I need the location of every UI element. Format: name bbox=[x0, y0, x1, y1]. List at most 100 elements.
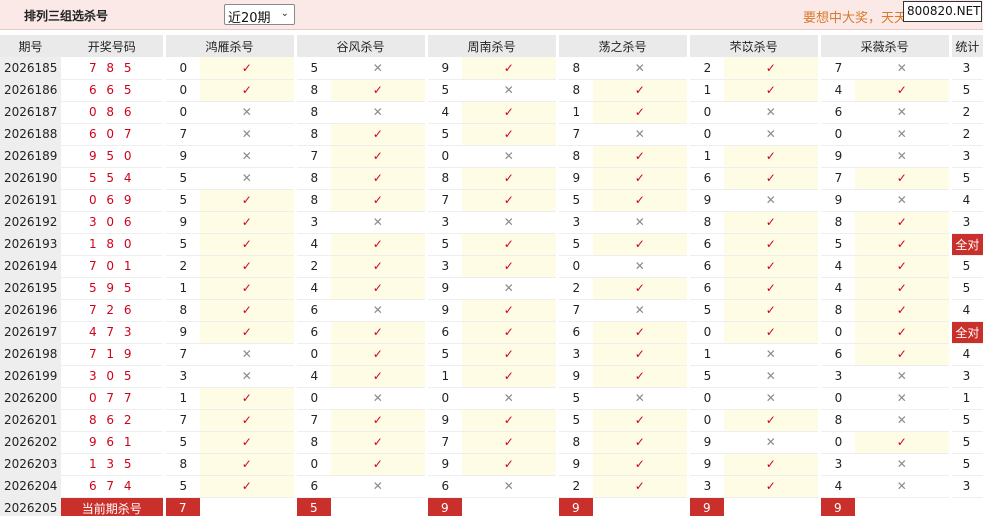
kill-number-cell: 7 bbox=[162, 343, 200, 366]
table-row: 2026203 1 3 5 8 ✓ 0 ✓ 9 ✓ 9 ✓ 9 ✓ 3 ✕ 5 bbox=[0, 453, 983, 476]
kill-number-cell: 0 bbox=[817, 123, 856, 146]
kill-number-cell: 4 bbox=[293, 277, 332, 300]
check-icon: ✓ bbox=[724, 145, 820, 168]
cross-icon: ✕ bbox=[200, 145, 296, 168]
kill-number-cell: 7 bbox=[555, 299, 594, 322]
check-icon: ✓ bbox=[855, 343, 951, 366]
stat-cell: 3 bbox=[948, 475, 983, 498]
empty-cell bbox=[948, 497, 983, 516]
kill-number-cell: 6 bbox=[817, 343, 856, 366]
page-title: 排列三组选杀号 bbox=[24, 9, 109, 23]
check-icon: ✓ bbox=[724, 299, 820, 322]
check-icon: ✓ bbox=[855, 299, 951, 322]
period-range-select[interactable]: 近20期 ⌄ bbox=[224, 4, 295, 26]
kill-number-cell: 8 bbox=[817, 211, 856, 234]
check-icon: ✓ bbox=[200, 57, 296, 80]
kill-number-cell: 7 bbox=[424, 189, 463, 212]
draw-number-cell: 7 8 5 bbox=[61, 57, 164, 80]
check-icon: ✓ bbox=[331, 431, 427, 454]
check-icon: ✓ bbox=[462, 255, 558, 278]
check-icon: ✓ bbox=[855, 211, 951, 234]
cross-icon: ✕ bbox=[593, 387, 689, 410]
kill-number-cell: 9 bbox=[162, 321, 200, 344]
kill-number-cell: 1 bbox=[555, 101, 594, 124]
current-period-cell: 2026205 bbox=[0, 497, 61, 516]
kill-number-cell: 0 bbox=[686, 101, 725, 124]
check-icon: ✓ bbox=[200, 475, 296, 498]
kill-number-cell: 4 bbox=[817, 475, 856, 498]
check-icon: ✓ bbox=[331, 321, 427, 344]
kill-number-cell: 0 bbox=[686, 321, 725, 344]
kill-number-cell: 6 bbox=[424, 321, 463, 344]
kill-number-cell: 3 bbox=[424, 211, 463, 234]
table-row: 2026185 7 8 5 0 ✓ 5 ✕ 9 ✓ 8 ✕ 2 ✓ 7 ✕ 3 bbox=[0, 57, 983, 80]
kill-number-cell: 9 bbox=[686, 431, 725, 454]
kill-number-cell: 9 bbox=[817, 189, 856, 212]
kill-number-cell: 3 bbox=[162, 365, 200, 388]
draw-number-cell: 6 7 4 bbox=[61, 475, 164, 498]
table-row: 2026195 5 9 5 1 ✓ 4 ✓ 9 ✕ 2 ✓ 6 ✓ 4 ✓ 5 bbox=[0, 277, 983, 300]
table-row: 2026192 3 0 6 9 ✓ 3 ✕ 3 ✕ 3 ✕ 8 ✓ 8 ✓ 3 bbox=[0, 211, 983, 234]
empty-cell bbox=[855, 497, 950, 516]
kill-number-cell: 6 bbox=[817, 101, 856, 124]
kill-number-cell: 9 bbox=[555, 453, 594, 476]
table-row: 2026194 7 0 1 2 ✓ 2 ✓ 3 ✓ 0 ✕ 6 ✓ 4 ✓ 5 bbox=[0, 255, 983, 278]
stat-cell: 5 bbox=[948, 167, 983, 190]
check-icon: ✓ bbox=[462, 321, 558, 344]
period-cell: 2026190 bbox=[0, 167, 61, 190]
kill-number-cell: 9 bbox=[686, 189, 725, 212]
column-header-draw: 开奖号码 bbox=[61, 35, 164, 57]
kill-number-cell: 6 bbox=[293, 475, 332, 498]
period-cell: 2026199 bbox=[0, 365, 61, 388]
cross-icon: ✕ bbox=[331, 211, 427, 234]
check-icon: ✓ bbox=[593, 365, 689, 388]
cross-icon: ✕ bbox=[200, 365, 296, 388]
draw-number-cell: 9 6 1 bbox=[61, 431, 164, 454]
cross-icon: ✕ bbox=[593, 57, 689, 80]
cross-icon: ✕ bbox=[462, 211, 558, 234]
table-header-row: 期号 开奖号码 鸿雁杀号 谷风杀号 周南杀号 荡之杀号 芣苡杀号 采薇杀号 统计 bbox=[0, 35, 983, 57]
check-icon: ✓ bbox=[462, 57, 558, 80]
stat-cell: 4 bbox=[948, 343, 983, 366]
check-icon: ✓ bbox=[593, 431, 689, 454]
kill-number-cell: 5 bbox=[817, 233, 856, 256]
kill-number-cell: 9 bbox=[686, 453, 725, 476]
stat-cell: 3 bbox=[948, 365, 983, 388]
kill-number-cell: 9 bbox=[424, 299, 463, 322]
current-kill-number: 9 bbox=[424, 497, 463, 516]
check-icon: ✓ bbox=[855, 79, 951, 102]
site-badge[interactable]: 800820.NET bbox=[903, 1, 982, 22]
check-icon: ✓ bbox=[200, 277, 296, 300]
kill-number-cell: 6 bbox=[686, 167, 725, 190]
kill-number-cell: 5 bbox=[424, 79, 463, 102]
kill-number-cell: 7 bbox=[424, 431, 463, 454]
check-icon: ✓ bbox=[593, 343, 689, 366]
kill-number-cell: 3 bbox=[817, 365, 856, 388]
kill-number-cell: 4 bbox=[293, 233, 332, 256]
check-icon: ✓ bbox=[724, 475, 820, 498]
period-cell: 2026194 bbox=[0, 255, 61, 278]
cross-icon: ✕ bbox=[462, 475, 558, 498]
table-row: 2026202 9 6 1 5 ✓ 8 ✓ 7 ✓ 8 ✓ 9 ✕ 0 ✓ 5 bbox=[0, 431, 983, 454]
kill-number-cell: 5 bbox=[293, 57, 332, 80]
kill-number-cell: 9 bbox=[424, 57, 463, 80]
empty-cell bbox=[724, 497, 819, 516]
check-icon: ✓ bbox=[200, 299, 296, 322]
kill-number-cell: 1 bbox=[424, 365, 463, 388]
period-cell: 2026201 bbox=[0, 409, 61, 432]
kill-number-cell: 0 bbox=[686, 123, 725, 146]
kill-number-cell: 2 bbox=[555, 277, 594, 300]
check-icon: ✓ bbox=[724, 409, 820, 432]
check-icon: ✓ bbox=[593, 167, 689, 190]
kill-number-cell: 5 bbox=[686, 299, 725, 322]
check-icon: ✓ bbox=[462, 167, 558, 190]
promo-text[interactable]: 要想中大奖，天天 bbox=[803, 7, 903, 26]
draw-number-cell: 5 9 5 bbox=[61, 277, 164, 300]
period-cell: 2026198 bbox=[0, 343, 61, 366]
cross-icon: ✕ bbox=[331, 299, 427, 322]
period-cell: 2026189 bbox=[0, 145, 61, 168]
kill-number-cell: 9 bbox=[424, 453, 463, 476]
cross-icon: ✕ bbox=[200, 123, 296, 146]
column-header-stat: 统计 bbox=[948, 35, 983, 57]
check-icon: ✓ bbox=[593, 233, 689, 256]
